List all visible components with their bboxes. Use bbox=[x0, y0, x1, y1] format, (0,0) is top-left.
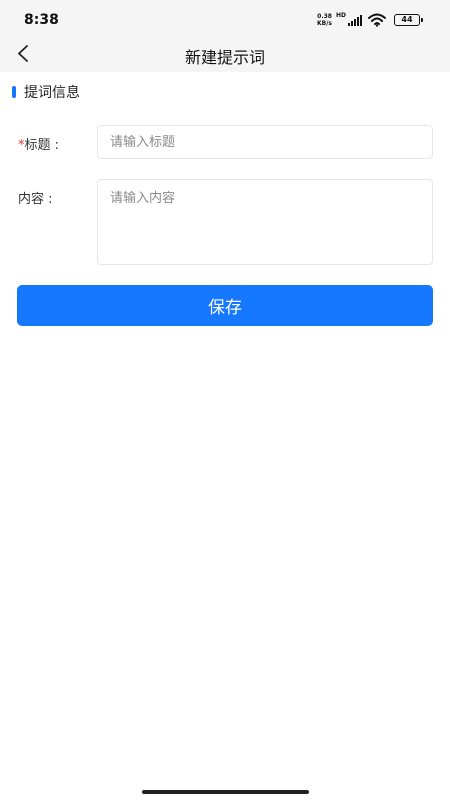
content-row: 内容 : bbox=[0, 179, 450, 265]
battery-level: 44 bbox=[401, 15, 413, 24]
title-label-text: 标题 : bbox=[24, 138, 60, 153]
title-input[interactable] bbox=[97, 125, 433, 159]
status-time: 8:38 bbox=[24, 12, 59, 28]
section-accent-bar bbox=[12, 86, 16, 98]
home-indicator[interactable] bbox=[142, 790, 309, 794]
title-label: *标题 : bbox=[18, 134, 59, 153]
content-label: 内容 : bbox=[18, 192, 53, 207]
section-title: 提词信息 bbox=[24, 85, 80, 101]
wifi-icon bbox=[368, 13, 386, 27]
status-bar: 8:38 0.38 KB/s HD 44 bbox=[0, 0, 450, 40]
signal-icon bbox=[347, 14, 362, 26]
content-textarea[interactable] bbox=[97, 179, 433, 265]
status-icons: 0.38 KB/s HD 44 bbox=[317, 12, 423, 28]
page-title: 新建提示词 bbox=[184, 48, 265, 67]
network-speed: 0.38 KB/s bbox=[317, 13, 332, 27]
screen: 8:38 0.38 KB/s HD 44 新建提示词 提词信息 *标题: 请输… bbox=[0, 0, 450, 800]
hd-label: HD bbox=[335, 12, 346, 19]
title-row: *标题 : bbox=[0, 125, 450, 159]
section-header: 提词信息 bbox=[12, 82, 80, 102]
save-button[interactable]: 保存 bbox=[17, 285, 433, 326]
network-speed-value: 0.38 bbox=[317, 13, 332, 20]
network-speed-unit: KB/s bbox=[316, 20, 332, 27]
battery-icon: 44 bbox=[394, 14, 423, 26]
nav-bar: 新建提示词 bbox=[0, 40, 450, 72]
